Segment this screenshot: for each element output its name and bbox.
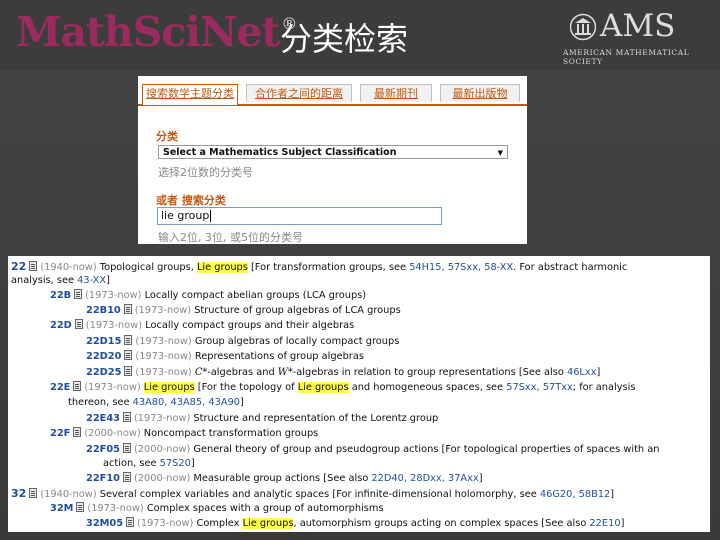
- search-hint: 输入2位, 3位, 或5位的分类号: [158, 231, 303, 244]
- result-row: 22D25 (1973-now) C*-algebras and W*-algeb…: [86, 366, 601, 378]
- class-code-link[interactable]: 22D25: [86, 367, 121, 378]
- class-code-link[interactable]: 22F05: [86, 444, 120, 455]
- tab-bar: 搜索数学主题分类 合作者之间的距离 最新期刊 最新出版物: [138, 84, 527, 106]
- results-list: 22 (1940-now) Topological groups, Lie gro…: [8, 256, 710, 532]
- document-icon[interactable]: [122, 443, 131, 453]
- class-code-link[interactable]: 22E43: [86, 413, 120, 424]
- result-row-continuation: thereon, see 43A80, 43A85, 43A90]: [68, 397, 244, 408]
- document-icon[interactable]: [124, 350, 133, 360]
- result-row-continuation: analysis, see 43-XX]: [11, 275, 110, 286]
- tab-current-publications[interactable]: 最新出版物: [440, 84, 520, 102]
- ams-temple-icon: [570, 13, 596, 41]
- header-bar: MathSciNet ® 分类检索 AMS AMERICAN MATHEMATIC…: [0, 0, 720, 70]
- document-icon[interactable]: [29, 488, 38, 498]
- document-icon[interactable]: [124, 366, 133, 376]
- document-icon[interactable]: [76, 502, 85, 512]
- page-title: 分类检索: [280, 20, 409, 58]
- result-row: 32M (1973-now) Complex spaces with a grou…: [50, 502, 384, 514]
- document-icon[interactable]: [122, 472, 131, 482]
- classification-select[interactable]: Select a Mathematics Subject Classificat…: [158, 145, 508, 159]
- result-row: 22E (1973-now) Lie groups [For the topolo…: [50, 381, 636, 393]
- result-row-continuation: action, see 57S20]: [103, 458, 195, 469]
- class-code-link[interactable]: 22F10: [86, 473, 120, 484]
- slide: MathSciNet ® 分类检索 AMS AMERICAN MATHEMATIC…: [0, 0, 720, 540]
- class-code-link[interactable]: 22F: [50, 428, 70, 439]
- result-row: 32 (1940-now) Several complex variables a…: [11, 487, 615, 500]
- tab-subject-classification[interactable]: 搜索数学主题分类: [142, 84, 238, 105]
- class-code-link[interactable]: 22E: [50, 382, 70, 393]
- result-row: 32M05 (1973-now) Complex Lie groups, auto…: [86, 517, 625, 529]
- result-row: 22F05 (2000-now) General theory of group …: [86, 443, 660, 455]
- classification-label: 分类: [156, 130, 178, 143]
- mathscinet-logo: MathSciNet ®: [16, 8, 297, 56]
- document-icon[interactable]: [74, 289, 83, 299]
- result-row: 22E43 (1973-now) Structure and representa…: [86, 412, 439, 424]
- result-row: 22D20 (1973-now) Representations of group…: [86, 350, 364, 362]
- class-code-link[interactable]: 32: [11, 487, 26, 500]
- result-row: 22F (2000-now) Noncompact transformation …: [50, 427, 319, 439]
- result-row: 22F10 (2000-now) Measurable group actions…: [86, 472, 483, 484]
- document-icon[interactable]: [73, 427, 82, 437]
- search-classification-label: 或者 搜索分类: [156, 194, 226, 207]
- result-row: 22B (1973-now) Locally compact abelian gr…: [50, 289, 367, 301]
- tab-current-journals[interactable]: 最新期刊: [360, 84, 432, 102]
- search-panel: 搜索数学主题分类 合作者之间的距离 最新期刊 最新出版物 分类 Select a…: [138, 76, 527, 244]
- tab-collaboration-distance[interactable]: 合作者之间的距离: [246, 84, 352, 102]
- class-code-link[interactable]: 22B: [50, 290, 71, 301]
- class-code-link[interactable]: 22D20: [86, 351, 121, 362]
- result-row: 22B10 (1973-now) Structure of group algeb…: [86, 304, 401, 316]
- result-row: 22D (1973-now) Locally compact groups and…: [50, 319, 355, 331]
- document-icon[interactable]: [126, 517, 135, 527]
- document-icon[interactable]: [124, 335, 133, 345]
- result-row: 22D15 (1973-now) Group algebras of locall…: [86, 335, 400, 347]
- document-icon[interactable]: [123, 304, 132, 314]
- ams-subtitle: AMERICAN MATHEMATICAL SOCIETY: [563, 48, 690, 66]
- document-icon[interactable]: [29, 261, 38, 271]
- ams-logo-text: AMS: [600, 8, 676, 44]
- dropdown-arrow-icon: ▼: [497, 149, 503, 157]
- class-code-link[interactable]: 32M05: [86, 518, 123, 529]
- class-code-link[interactable]: 22D15: [86, 336, 121, 347]
- classification-hint: 选择2位数的分类号: [158, 166, 253, 179]
- classification-search-input[interactable]: lie group: [157, 207, 442, 225]
- document-icon[interactable]: [73, 381, 82, 391]
- document-icon[interactable]: [74, 319, 83, 329]
- class-code-link[interactable]: 22B10: [86, 305, 121, 316]
- class-code-link[interactable]: 22D: [50, 320, 72, 331]
- document-icon[interactable]: [122, 412, 131, 422]
- class-code-link[interactable]: 22: [11, 260, 26, 273]
- class-code-link[interactable]: 32M: [50, 503, 73, 514]
- result-row: 22 (1940-now) Topological groups, Lie gro…: [11, 260, 628, 273]
